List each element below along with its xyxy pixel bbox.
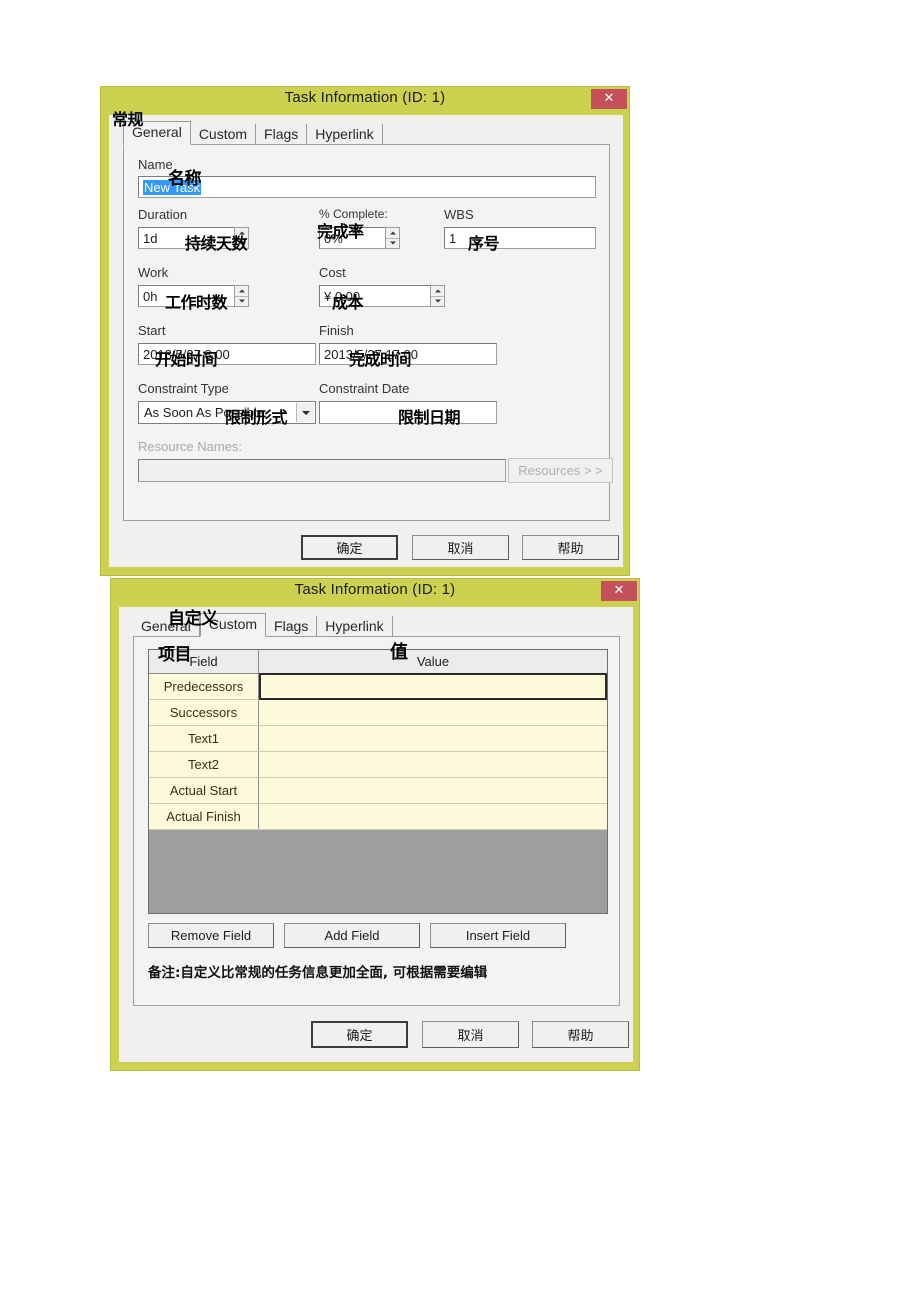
general-fields-group: Name New Task Duration % Complete: WBS 1…: [123, 144, 613, 521]
close-icon[interactable]: ✕: [601, 581, 637, 601]
cell-field-name: Text1: [149, 726, 259, 751]
remove-field-button[interactable]: Remove Field: [148, 923, 274, 948]
cancel-button-general[interactable]: 取消: [412, 535, 509, 560]
resource-names-label: Resource Names:: [138, 439, 243, 454]
annotation-value-column: 值: [390, 642, 408, 663]
annotation-work: 工作时数: [165, 293, 228, 312]
annotation-field-column: 项目: [158, 645, 192, 665]
percent-complete-stepper-up[interactable]: [386, 228, 399, 239]
cell-field-value[interactable]: [259, 752, 607, 777]
custom-fields-group: Field Value Predecessors Successors Text…: [133, 636, 620, 1006]
tab-flags[interactable]: Flags: [266, 616, 318, 637]
insert-field-button[interactable]: Insert Field: [430, 923, 566, 948]
resource-names-input: [138, 459, 506, 482]
annotation-start: 开始时间: [155, 350, 218, 369]
cost-stepper-up[interactable]: [431, 286, 444, 297]
annotation-constraint-type: 限制形式: [225, 408, 288, 427]
annotation-percent: 完成率: [317, 222, 364, 241]
add-field-button[interactable]: Add Field: [284, 923, 420, 948]
wbs-label: WBS: [444, 207, 474, 222]
dialog-title-general: Task Information (ID: 1): [284, 89, 446, 106]
cost-stepper[interactable]: [430, 285, 445, 307]
tab-custom[interactable]: Custom: [191, 124, 257, 145]
work-stepper[interactable]: [234, 285, 249, 307]
custom-note-text: 备注:自定义比常规的任务信息更加全面, 可根据需要编辑: [148, 965, 488, 981]
table-row[interactable]: Actual Finish: [149, 804, 607, 830]
titlebar-custom: Task Information (ID: 1) ✕: [111, 579, 639, 603]
finish-label: Finish: [319, 323, 354, 338]
custom-fields-table[interactable]: Field Value Predecessors Successors Text…: [148, 649, 608, 914]
tab-hyperlink[interactable]: Hyperlink: [317, 616, 393, 637]
client-area-custom: General Custom Flags Hyperlink Field Val…: [119, 607, 633, 1062]
percent-complete-stepper-down[interactable]: [386, 238, 399, 248]
close-icon[interactable]: ✕: [591, 89, 627, 109]
help-button-general[interactable]: 帮助: [522, 535, 619, 560]
table-header-row: Field Value: [149, 650, 607, 674]
ok-button-custom[interactable]: 确定: [311, 1021, 408, 1048]
cost-label: Cost: [319, 265, 346, 280]
annotation-finish: 完成时间: [349, 350, 412, 369]
table-row[interactable]: Predecessors: [149, 673, 607, 700]
tab-flags[interactable]: Flags: [256, 124, 308, 145]
dialog-title-custom: Task Information (ID: 1): [294, 581, 456, 598]
annotation-duration: 持续天数: [185, 234, 248, 253]
cost-stepper-down[interactable]: [431, 296, 444, 306]
constraint-type-label: Constraint Type: [138, 381, 229, 396]
work-label: Work: [138, 265, 169, 280]
task-information-general-dialog: Task Information (ID: 1) ✕ General Custo…: [100, 86, 630, 576]
work-stepper-up[interactable]: [235, 286, 248, 297]
column-header-value: Value: [416, 654, 450, 669]
cell-field-name: Successors: [149, 700, 259, 725]
duration-label: Duration: [138, 207, 188, 222]
annotation-general-tab: 常规: [112, 110, 144, 129]
tabstrip-general: General Custom Flags Hyperlink: [123, 121, 383, 145]
annotation-cost: 成本: [332, 293, 364, 312]
work-stepper-down[interactable]: [235, 296, 248, 306]
table-row[interactable]: Text2: [149, 752, 607, 778]
annotation-constraint-date: 限制日期: [398, 408, 461, 427]
cell-field-value[interactable]: [259, 726, 607, 751]
cell-field-value[interactable]: [259, 778, 607, 803]
resources-button: Resources > >: [508, 458, 613, 483]
percent-complete-stepper[interactable]: [385, 227, 400, 249]
table-row[interactable]: Text1: [149, 726, 607, 752]
cell-field-value[interactable]: [259, 673, 607, 700]
titlebar-general: Task Information (ID: 1) ✕: [101, 87, 629, 111]
name-input[interactable]: New Task: [138, 176, 596, 198]
start-label: Start: [138, 323, 166, 338]
constraint-date-label: Constraint Date: [319, 381, 410, 396]
annotation-name: 名称: [168, 169, 202, 189]
cell-field-name: Actual Finish: [149, 804, 259, 829]
ok-button-general[interactable]: 确定: [301, 535, 398, 560]
cancel-button-custom[interactable]: 取消: [422, 1021, 519, 1048]
cell-field-value[interactable]: [259, 700, 607, 725]
tab-hyperlink[interactable]: Hyperlink: [307, 124, 383, 145]
chevron-down-icon[interactable]: [296, 403, 314, 422]
table-row[interactable]: Actual Start: [149, 778, 607, 804]
cell-field-name: Text2: [149, 752, 259, 777]
annotation-wbs: 序号: [468, 234, 500, 253]
wbs-input[interactable]: 1: [444, 227, 596, 249]
cell-field-name: Predecessors: [149, 674, 259, 699]
annotation-custom-tab: 自定义: [168, 609, 218, 629]
table-row[interactable]: Successors: [149, 700, 607, 726]
help-button-custom[interactable]: 帮助: [532, 1021, 629, 1048]
table-empty-area: [149, 830, 607, 913]
cell-field-name: Actual Start: [149, 778, 259, 803]
cell-field-value[interactable]: [259, 804, 607, 829]
